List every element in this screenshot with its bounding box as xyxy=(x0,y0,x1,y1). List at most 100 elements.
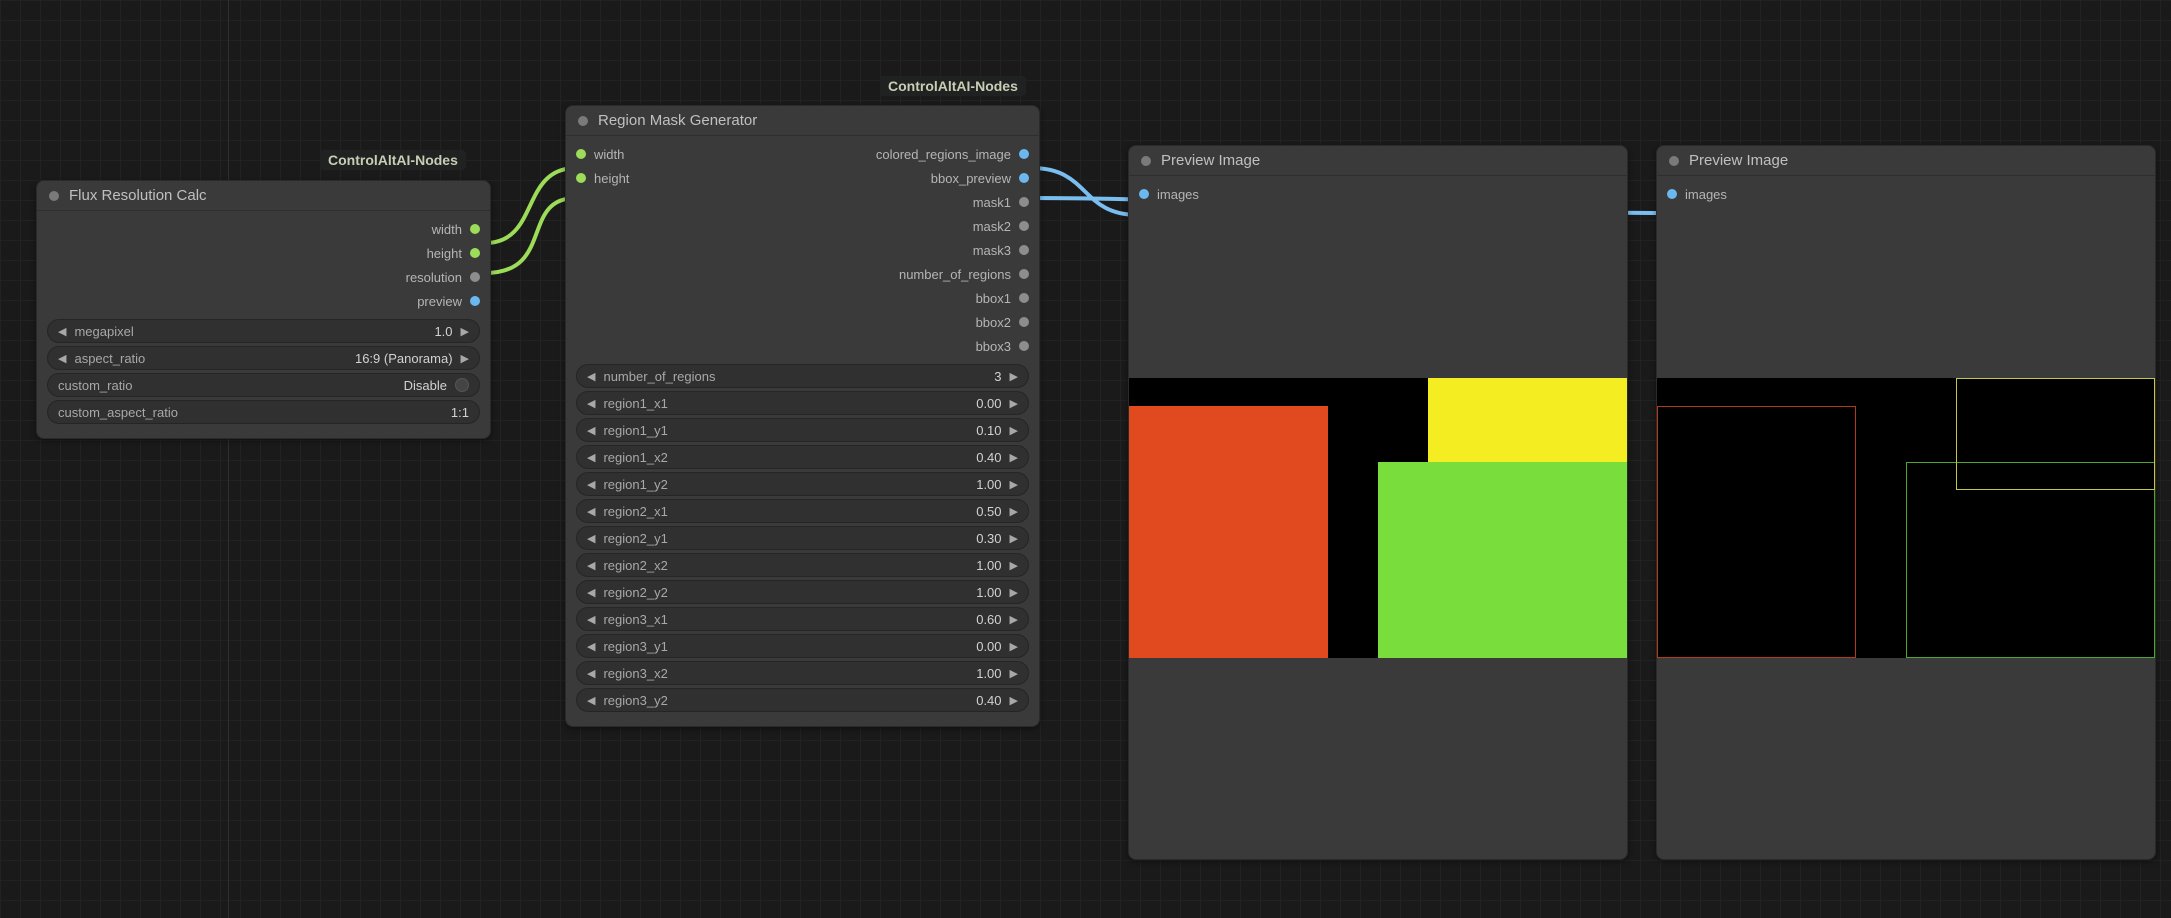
widget-region2-x2[interactable]: ◀region2_x21.00▶ xyxy=(576,553,1029,577)
chevron-left-icon[interactable]: ◀ xyxy=(587,397,595,410)
chevron-right-icon[interactable]: ▶ xyxy=(1010,478,1018,491)
port-dot-icon[interactable] xyxy=(1019,221,1029,231)
input-images[interactable]: images xyxy=(1657,184,2155,204)
widget-value[interactable]: 0.00 xyxy=(976,639,1001,654)
widget-aspect-ratio[interactable]: ◀ aspect_ratio 16:9 (Panorama) ▶ xyxy=(47,346,480,370)
chevron-right-icon[interactable]: ▶ xyxy=(1010,613,1018,626)
port-dot-icon[interactable] xyxy=(1019,173,1029,183)
node-region-mask-generator[interactable]: Region Mask Generator width height color… xyxy=(565,105,1040,727)
node-preview-image-2[interactable]: Preview Image images xyxy=(1656,145,2156,860)
widget-value[interactable]: 0.40 xyxy=(976,693,1001,708)
port-dot-icon[interactable] xyxy=(470,296,480,306)
output-colored-regions-image[interactable]: colored_regions_image xyxy=(803,144,1040,164)
chevron-right-icon[interactable]: ▶ xyxy=(1010,532,1018,545)
chevron-right-icon[interactable]: ▶ xyxy=(1010,370,1018,383)
chevron-left-icon[interactable]: ◀ xyxy=(587,478,595,491)
port-dot-icon[interactable] xyxy=(1019,317,1029,327)
widget-custom-aspect-ratio[interactable]: custom_aspect_ratio 1:1 xyxy=(47,400,480,424)
port-dot-icon[interactable] xyxy=(470,272,480,282)
collapse-dot-icon[interactable] xyxy=(578,116,588,126)
chevron-left-icon[interactable]: ◀ xyxy=(58,325,66,338)
widget-custom-ratio[interactable]: custom_ratio Disable xyxy=(47,373,480,397)
input-width[interactable]: width xyxy=(566,144,803,164)
widget-value[interactable]: 0.30 xyxy=(976,531,1001,546)
port-dot-icon[interactable] xyxy=(470,248,480,258)
widget-value[interactable]: 0.60 xyxy=(976,612,1001,627)
chevron-left-icon[interactable]: ◀ xyxy=(587,451,595,464)
chevron-left-icon[interactable]: ◀ xyxy=(587,613,595,626)
input-height[interactable]: height xyxy=(566,168,803,188)
widget-value[interactable]: 1:1 xyxy=(451,405,469,420)
port-dot-icon[interactable] xyxy=(470,224,480,234)
chevron-left-icon[interactable]: ◀ xyxy=(587,370,595,383)
widget-region3-x1[interactable]: ◀region3_x10.60▶ xyxy=(576,607,1029,631)
chevron-left-icon[interactable]: ◀ xyxy=(587,505,595,518)
widget-value[interactable]: 0.40 xyxy=(976,450,1001,465)
widget-value[interactable]: 1.00 xyxy=(976,666,1001,681)
chevron-right-icon[interactable]: ▶ xyxy=(1010,559,1018,572)
port-dot-icon[interactable] xyxy=(1019,293,1029,303)
node-title[interactable]: Flux Resolution Calc xyxy=(37,181,490,211)
output-mask3[interactable]: mask3 xyxy=(803,240,1040,260)
widget-number-of-regions[interactable]: ◀number_of_regions3▶ xyxy=(576,364,1029,388)
node-title[interactable]: Preview Image xyxy=(1657,146,2155,176)
chevron-left-icon[interactable]: ◀ xyxy=(587,640,595,653)
widget-value[interactable]: 16:9 (Panorama) xyxy=(355,351,453,366)
port-dot-icon[interactable] xyxy=(1139,189,1149,199)
widget-region2-y1[interactable]: ◀region2_y10.30▶ xyxy=(576,526,1029,550)
widget-value[interactable]: 0.10 xyxy=(976,423,1001,438)
output-height[interactable]: height xyxy=(37,243,490,263)
output-mask1[interactable]: mask1 xyxy=(803,192,1040,212)
widget-value[interactable]: 1.0 xyxy=(434,324,452,339)
chevron-right-icon[interactable]: ▶ xyxy=(1010,640,1018,653)
port-dot-icon[interactable] xyxy=(576,149,586,159)
output-bbox3[interactable]: bbox3 xyxy=(803,336,1040,356)
widget-region2-x1[interactable]: ◀region2_x10.50▶ xyxy=(576,499,1029,523)
chevron-right-icon[interactable]: ▶ xyxy=(1010,694,1018,707)
widget-value[interactable]: 0.50 xyxy=(976,504,1001,519)
toggle-off-icon[interactable] xyxy=(455,378,469,392)
widget-value[interactable]: 1.00 xyxy=(976,477,1001,492)
node-preview-image-1[interactable]: Preview Image images xyxy=(1128,145,1628,860)
widget-region3-x2[interactable]: ◀region3_x21.00▶ xyxy=(576,661,1029,685)
port-dot-icon[interactable] xyxy=(1019,197,1029,207)
widget-region2-y2[interactable]: ◀region2_y21.00▶ xyxy=(576,580,1029,604)
widget-value[interactable]: 0.00 xyxy=(976,396,1001,411)
output-width[interactable]: width xyxy=(37,219,490,239)
widget-value[interactable]: 1.00 xyxy=(976,585,1001,600)
chevron-right-icon[interactable]: ▶ xyxy=(461,352,469,365)
chevron-left-icon[interactable]: ◀ xyxy=(587,559,595,572)
output-preview[interactable]: preview xyxy=(37,291,490,311)
node-flux-resolution-calc[interactable]: Flux Resolution Calc width height resolu… xyxy=(36,180,491,439)
chevron-right-icon[interactable]: ▶ xyxy=(461,325,469,338)
chevron-right-icon[interactable]: ▶ xyxy=(1010,505,1018,518)
output-bbox1[interactable]: bbox1 xyxy=(803,288,1040,308)
port-dot-icon[interactable] xyxy=(1019,269,1029,279)
output-bbox2[interactable]: bbox2 xyxy=(803,312,1040,332)
chevron-left-icon[interactable]: ◀ xyxy=(587,586,595,599)
widget-region3-y1[interactable]: ◀region3_y10.00▶ xyxy=(576,634,1029,658)
widget-region1-x1[interactable]: ◀region1_x10.00▶ xyxy=(576,391,1029,415)
port-dot-icon[interactable] xyxy=(576,173,586,183)
collapse-dot-icon[interactable] xyxy=(1669,156,1679,166)
chevron-right-icon[interactable]: ▶ xyxy=(1010,451,1018,464)
chevron-right-icon[interactable]: ▶ xyxy=(1010,586,1018,599)
widget-megapixel[interactable]: ◀ megapixel 1.0 ▶ xyxy=(47,319,480,343)
output-resolution[interactable]: resolution xyxy=(37,267,490,287)
chevron-left-icon[interactable]: ◀ xyxy=(587,532,595,545)
port-dot-icon[interactable] xyxy=(1019,245,1029,255)
chevron-right-icon[interactable]: ▶ xyxy=(1010,667,1018,680)
collapse-dot-icon[interactable] xyxy=(49,191,59,201)
chevron-left-icon[interactable]: ◀ xyxy=(587,694,595,707)
widget-region1-x2[interactable]: ◀region1_x20.40▶ xyxy=(576,445,1029,469)
widget-value[interactable]: 3 xyxy=(994,369,1001,384)
output-bbox-preview[interactable]: bbox_preview xyxy=(803,168,1040,188)
port-dot-icon[interactable] xyxy=(1019,149,1029,159)
node-title[interactable]: Region Mask Generator xyxy=(566,106,1039,136)
chevron-right-icon[interactable]: ▶ xyxy=(1010,424,1018,437)
output-mask2[interactable]: mask2 xyxy=(803,216,1040,236)
chevron-left-icon[interactable]: ◀ xyxy=(58,352,66,365)
port-dot-icon[interactable] xyxy=(1019,341,1029,351)
chevron-right-icon[interactable]: ▶ xyxy=(1010,397,1018,410)
input-images[interactable]: images xyxy=(1129,184,1627,204)
